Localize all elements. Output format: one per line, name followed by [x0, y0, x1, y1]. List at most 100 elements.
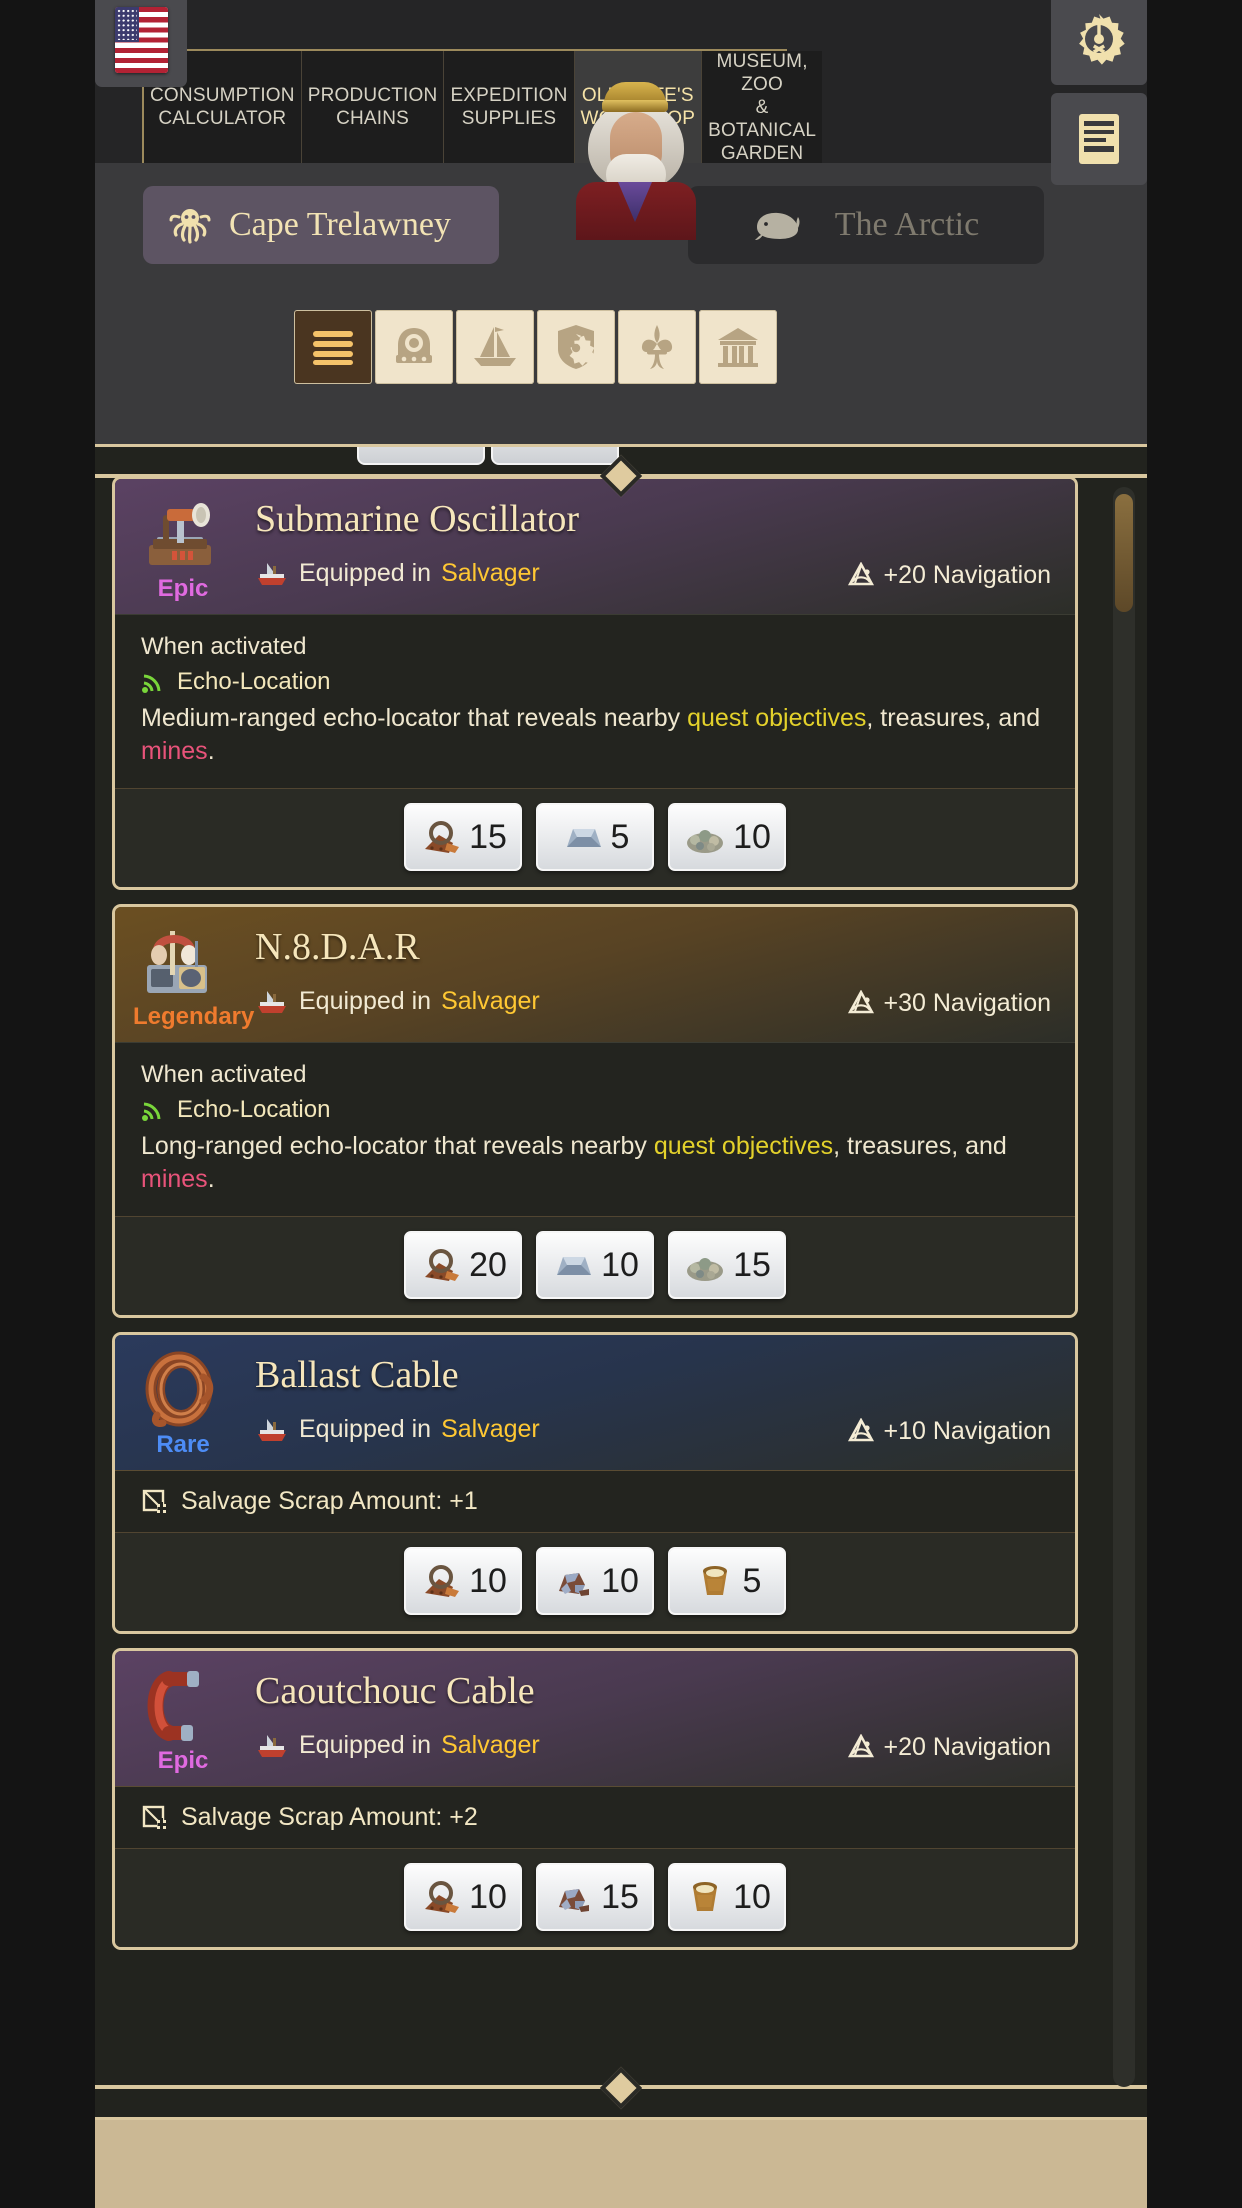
item-card-header: Epic Submarine Oscillator Equipped in Sa… — [115, 479, 1075, 614]
item-cost-row: 15 5 10 — [115, 788, 1075, 887]
effect-name: Echo-Location — [177, 668, 331, 695]
item-card-header: Legendary N.8.D.A.R Equipped in Salvager… — [115, 907, 1075, 1042]
rarity-label: Epic — [157, 1747, 209, 1774]
language-flag-button[interactable] — [95, 0, 187, 87]
cost-chip: 10 — [536, 1231, 654, 1299]
cost-chip-partial — [491, 447, 619, 465]
changelog-button[interactable] — [1051, 93, 1147, 185]
gravel-icon — [683, 1245, 727, 1285]
desc-middle: , treasures, and — [866, 704, 1041, 732]
sextant-icon — [847, 561, 875, 590]
effect-row: Echo-Location — [141, 668, 1049, 696]
scrollbar-track[interactable] — [1113, 487, 1135, 2087]
tab-label-line1: EXPEDITION — [450, 85, 568, 106]
scrap-icon — [419, 1245, 463, 1285]
gravel-icon — [683, 817, 727, 857]
tab-label-line2: & BOTANICAL — [708, 96, 817, 141]
item-buff-row: Salvage Scrap Amount: +2 — [115, 1786, 1075, 1848]
main-tab-bar: CONSUMPTION CALCULATOR PRODUCTION CHAINS… — [142, 49, 823, 164]
equipped-ship-name: Salvager — [441, 987, 540, 1015]
scrollbar-thumb[interactable] — [1115, 494, 1133, 612]
desc-quest-objectives: quest objectives — [687, 704, 867, 732]
cost-amount: 10 — [601, 1245, 639, 1284]
rarity-label: Rare — [156, 1431, 210, 1458]
whale-icon — [753, 208, 801, 242]
tab-label-line1: MUSEUM, ZOO — [716, 50, 808, 95]
region-selector-bar: Cape Trelawney The Arctic — [95, 163, 1147, 281]
ship-icon — [255, 1732, 289, 1760]
item-name: Caoutchouc Cable — [255, 1670, 535, 1712]
desc-mines: mines — [141, 1165, 208, 1193]
region-button-cape-trelawney[interactable]: Cape Trelawney — [143, 186, 499, 264]
settings-button[interactable] — [1051, 0, 1147, 85]
item-card-header: Epic Caoutchouc Cable Equipped in Salvag… — [115, 1651, 1075, 1786]
category-specialists[interactable] — [618, 310, 696, 384]
equipped-label: Equipped in — [299, 559, 432, 587]
item-name: Submarine Oscillator — [255, 498, 579, 540]
equipped-ship-name: Salvager — [441, 1415, 540, 1443]
item-cost-row: 10 — [115, 1848, 1075, 1947]
cost-amount: 15 — [601, 1877, 639, 1916]
equipped-label: Equipped in — [299, 1731, 432, 1759]
bonus-label: +10 Navigation — [883, 1417, 1051, 1445]
shield-gear-icon — [558, 325, 596, 369]
effect-description: Long-ranged echo-locator that reveals ne… — [141, 1130, 1049, 1196]
gear-icon — [1079, 14, 1125, 65]
category-all[interactable] — [294, 310, 372, 384]
cost-amount: 5 — [742, 1561, 762, 1600]
tab-museum-zoo-botanical-garden[interactable]: MUSEUM, ZOO & BOTANICAL GARDEN — [702, 50, 823, 164]
buff-text: Salvage Scrap Amount: +2 — [181, 1803, 478, 1831]
category-diving-helmet[interactable] — [375, 310, 453, 384]
effect-row: Echo-Location — [141, 1096, 1049, 1124]
echo-location-icon — [141, 670, 165, 694]
diving-helmet-icon — [396, 328, 432, 363]
sextant-icon — [847, 1417, 875, 1446]
item-card[interactable]: Epic Submarine Oscillator Equipped in Sa… — [115, 479, 1075, 887]
steel-ingot-icon — [561, 817, 605, 857]
tab-label-line2: CHAINS — [336, 108, 410, 129]
item-card[interactable]: Epic Caoutchouc Cable Equipped in Salvag… — [115, 1651, 1075, 1947]
fleur-de-lis-icon — [641, 325, 673, 369]
cost-amount: 20 — [469, 1245, 507, 1284]
cost-amount: 10 — [601, 1561, 639, 1600]
cost-chip: 15 — [668, 1231, 786, 1299]
activation-label: When activated — [141, 633, 307, 660]
cost-chip: 15 — [404, 803, 522, 871]
region-label-the-arctic: The Arctic — [834, 206, 980, 243]
us-flag-icon — [114, 6, 168, 73]
scrap-icon — [419, 1877, 463, 1917]
cost-amount: 15 — [469, 817, 507, 856]
category-items[interactable] — [537, 310, 615, 384]
rarity-label: Legendary — [133, 1003, 255, 1030]
cost-chip: 20 — [404, 1231, 522, 1299]
buff-text: Salvage Scrap Amount: +1 — [181, 1487, 478, 1515]
tab-label-line1: PRODUCTION — [307, 85, 438, 106]
item-card-header: Rare Ballast Cable Equipped in Salvager … — [115, 1335, 1075, 1470]
clay-bucket-icon — [683, 1877, 727, 1917]
cost-chip: 10 — [668, 1863, 786, 1931]
tab-old-nates-workshop[interactable]: OLD NATE'S WORKSHOP — [574, 51, 703, 163]
sextant-icon — [847, 1733, 875, 1762]
equipped-row: Equipped in Salvager — [255, 559, 540, 588]
cost-chip-partial — [357, 447, 485, 465]
tab-expedition-supplies[interactable]: EXPEDITION SUPPLIES — [444, 51, 575, 163]
tab-production-chains[interactable]: PRODUCTION CHAINS — [301, 51, 445, 163]
item-cost-row: 20 10 15 — [115, 1216, 1075, 1315]
bonus-label: +20 Navigation — [883, 561, 1051, 589]
item-card[interactable]: Rare Ballast Cable Equipped in Salvager … — [115, 1335, 1075, 1631]
clay-bucket-icon — [693, 1561, 737, 1601]
category-buildings[interactable] — [699, 310, 777, 384]
salvage-crate-icon — [141, 1488, 169, 1516]
item-card-list: Epic Submarine Oscillator Equipped in Sa… — [95, 479, 1100, 1967]
nedar-sonar-icon — [139, 921, 223, 1005]
cost-chip: 15 — [536, 1863, 654, 1931]
cost-chip: 10 — [536, 1547, 654, 1615]
echo-location-icon — [141, 1098, 165, 1122]
bonus-label: +20 Navigation — [883, 1733, 1051, 1761]
item-card[interactable]: Legendary N.8.D.A.R Equipped in Salvager… — [115, 907, 1075, 1315]
equipped-ship-name: Salvager — [441, 559, 540, 587]
category-ships[interactable] — [456, 310, 534, 384]
region-button-the-arctic[interactable]: The Arctic — [688, 186, 1044, 264]
item-cost-row: 10 — [115, 1532, 1075, 1631]
desc-mines: mines — [141, 737, 208, 765]
